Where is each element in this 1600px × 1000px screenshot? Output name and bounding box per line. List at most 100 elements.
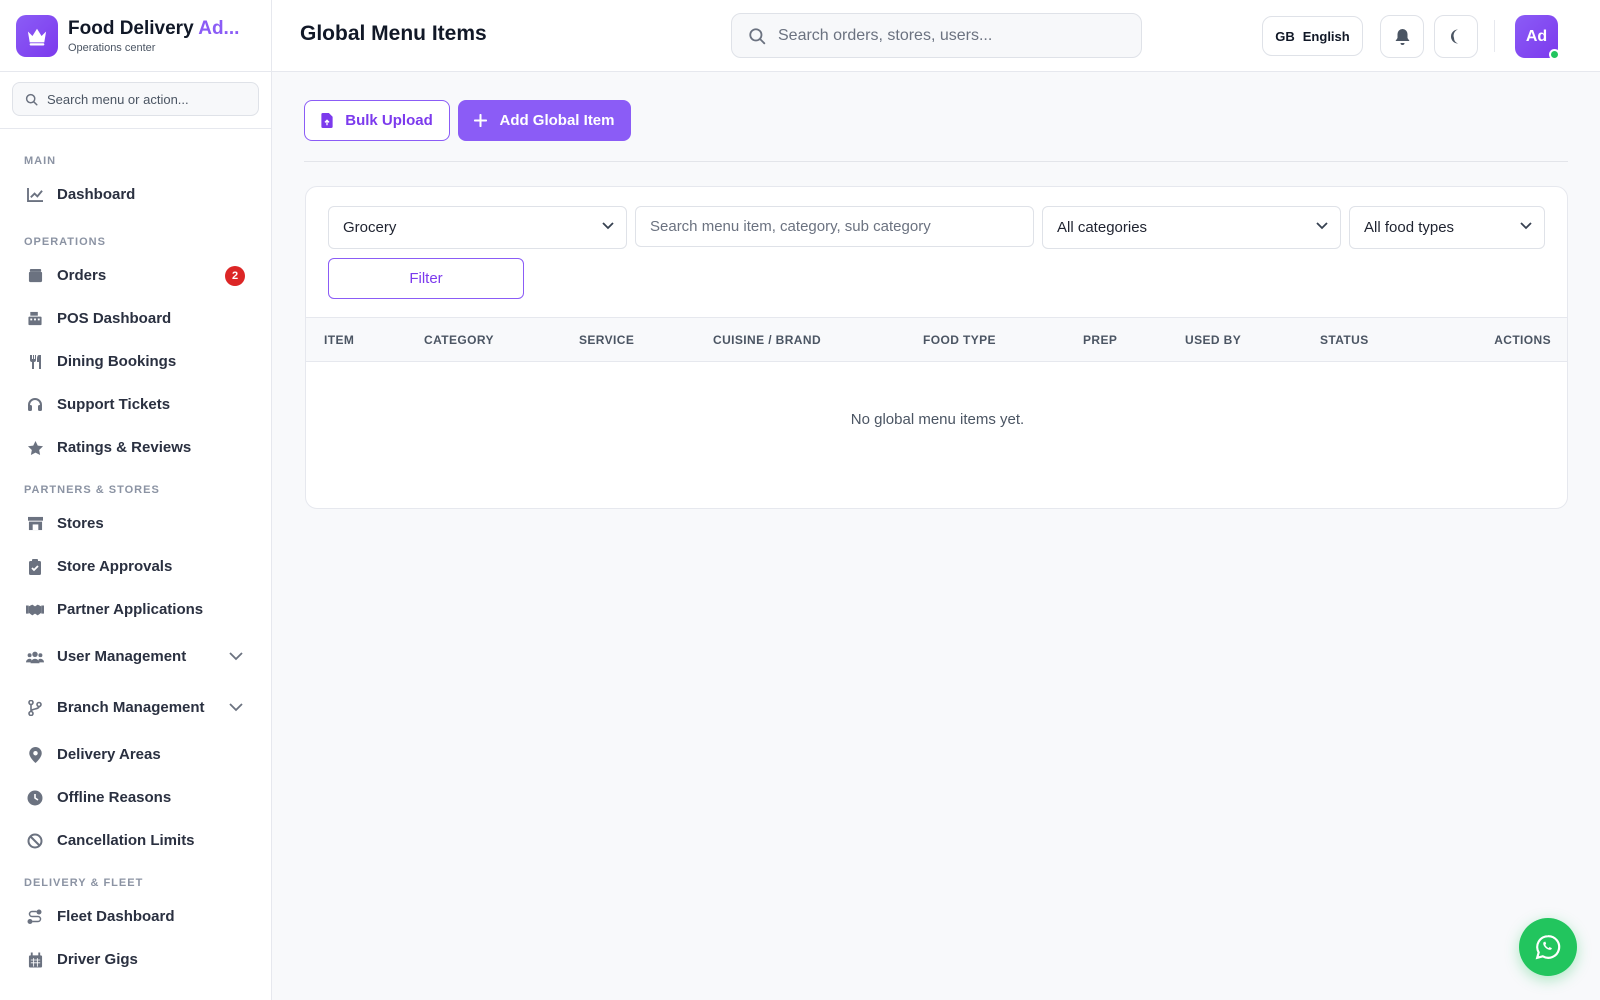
sidebar-item-fleet-dashboard[interactable]: Fleet Dashboard: [0, 895, 271, 938]
sidebar-item-driver-gigs[interactable]: Driver Gigs: [0, 938, 271, 981]
crown-icon: [16, 14, 58, 57]
sidebar-item-support-tickets[interactable]: Support Tickets: [0, 383, 271, 426]
food-type-select[interactable]: All food types: [1349, 206, 1545, 249]
sidebar-item-pos-dashboard[interactable]: POS Dashboard: [0, 297, 271, 340]
sidebar-item-dining-bookings[interactable]: Dining Bookings: [0, 340, 271, 383]
sidebar-item-store-approvals[interactable]: Store Approvals: [0, 545, 271, 588]
chevron-down-icon[interactable]: [229, 648, 243, 666]
column-header-food-type: FOOD TYPE: [923, 333, 996, 347]
sidebar-item-label: Cancellation Limits: [57, 832, 195, 849]
headset-icon: [26, 396, 44, 414]
language-switcher[interactable]: GB English: [1262, 16, 1363, 56]
column-header-category: CATEGORY: [424, 333, 494, 347]
avatar-initials: Ad: [1525, 27, 1548, 45]
add-global-item-button[interactable]: Add Global Item: [458, 100, 631, 141]
service-select-value: Grocery: [343, 219, 397, 236]
utensils-icon: [26, 353, 44, 371]
users-icon: [26, 648, 44, 666]
column-header-prep: PREP: [1083, 333, 1118, 347]
sidebar-item-stores[interactable]: Stores: [0, 502, 271, 545]
sidebar-search-input[interactable]: [47, 91, 237, 107]
file-upload-icon: [321, 113, 333, 128]
online-status-dot: [1549, 49, 1560, 60]
menu-search-input[interactable]: [635, 206, 1034, 247]
sidebar-item-label: Delivery Areas: [57, 746, 161, 763]
whatsapp-chat-button[interactable]: [1519, 918, 1577, 976]
column-header-status: STATUS: [1320, 333, 1369, 347]
sidebar-item-label: Partner Applications: [57, 601, 204, 618]
empty-state-message: No global menu items yet.: [850, 411, 1025, 428]
sidebar-item-orders[interactable]: Orders 2: [0, 254, 271, 297]
sidebar-item-label: Offline Reasons: [57, 789, 172, 806]
column-header-used-by: USED BY: [1185, 333, 1242, 347]
sidebar-item-label: Stores: [57, 515, 104, 532]
category-select-value: All categories: [1057, 219, 1148, 236]
sidebar-item-label: Orders: [57, 267, 107, 284]
chevron-down-icon: [1520, 222, 1532, 230]
add-global-item-label: Add Global Item: [499, 112, 615, 129]
chevron-down-icon: [1316, 222, 1328, 230]
theme-toggle-button[interactable]: [1434, 15, 1478, 58]
clock-icon: [26, 789, 44, 807]
ban-icon: [26, 832, 44, 850]
brand-subtitle: Operations center: [68, 41, 156, 54]
sidebar-item-label: Ratings & Reviews: [57, 439, 192, 456]
sidebar-item-partner-applications[interactable]: Partner Applications: [0, 588, 271, 631]
bell-icon: [1395, 28, 1409, 45]
sidebar: Food Delivery Ad... Operations center MA…: [0, 0, 272, 1000]
chevron-down-icon[interactable]: [229, 699, 243, 717]
service-select[interactable]: Grocery: [328, 206, 627, 249]
sidebar-item-user-management[interactable]: User Management: [0, 631, 271, 682]
orders-count-badge: 2: [225, 265, 245, 286]
cash-register-icon: [26, 310, 44, 328]
calendar-icon: [26, 951, 44, 969]
code-branch-icon: [26, 699, 44, 717]
table-header: ITEM CATEGORY SERVICE CUISINE / BRAND FO…: [306, 317, 1567, 362]
global-search-input[interactable]: [778, 26, 1118, 45]
food-type-select-value: All food types: [1364, 219, 1455, 236]
handshake-icon: [26, 601, 44, 619]
search-icon: [25, 93, 38, 106]
star-icon: [26, 439, 44, 457]
sidebar-item-delivery-areas[interactable]: Delivery Areas: [0, 733, 271, 776]
sidebar-item-label: Dining Bookings: [57, 353, 177, 370]
sidebar-item-offline-reasons[interactable]: Offline Reasons: [0, 776, 271, 819]
sidebar-item-label: User Management: [57, 648, 187, 665]
clipboard-check-icon: [26, 558, 44, 576]
global-search[interactable]: [731, 13, 1142, 58]
column-header-cuisine-brand: CUISINE / BRAND: [713, 333, 822, 347]
column-header-service: SERVICE: [579, 333, 635, 347]
plus-icon: [474, 114, 488, 127]
sidebar-search[interactable]: [12, 82, 259, 116]
moon-icon: [1451, 29, 1458, 44]
sidebar-item-ratings-reviews[interactable]: Ratings & Reviews: [0, 426, 271, 469]
category-select[interactable]: All categories: [1042, 206, 1341, 249]
top-header: Global Menu Items GB English Ad: [272, 0, 1600, 72]
section-label-partners: PARTNERS & STORES: [24, 484, 160, 496]
filter-button[interactable]: Filter: [328, 258, 524, 299]
map-pin-icon: [26, 746, 44, 764]
sidebar-item-branch-management[interactable]: Branch Management: [0, 682, 271, 733]
sidebar-item-label: Fleet Dashboard: [57, 908, 175, 925]
sidebar-item-dashboard[interactable]: Dashboard: [0, 173, 271, 216]
whatsapp-icon: [1535, 935, 1561, 960]
section-label-main: MAIN: [24, 155, 57, 167]
bulk-upload-button[interactable]: Bulk Upload: [304, 100, 450, 141]
column-header-actions: ACTIONS: [1494, 333, 1551, 347]
page-title: Global Menu Items: [300, 22, 487, 45]
sidebar-item-cancellation-limits[interactable]: Cancellation Limits: [0, 819, 271, 862]
bulk-upload-label: Bulk Upload: [345, 112, 433, 129]
notifications-button[interactable]: [1380, 15, 1424, 58]
sidebar-nav: MAIN Dashboard OPERATIONS Orders 2 POS D…: [0, 129, 271, 981]
sidebar-item-label: Branch Management: [57, 699, 205, 716]
store-icon: [26, 515, 44, 533]
route-icon: [26, 908, 44, 926]
sidebar-item-label: POS Dashboard: [57, 310, 172, 327]
sidebar-item-label: Dashboard: [57, 186, 136, 203]
avatar[interactable]: Ad: [1515, 15, 1560, 60]
menu-items-card: Grocery All categories All food types Fi…: [305, 186, 1568, 509]
toolbar-divider: [304, 161, 1568, 162]
header-divider: [1494, 20, 1495, 52]
brand[interactable]: Food Delivery Ad... Operations center: [0, 0, 271, 72]
section-label-delivery: DELIVERY & FLEET: [24, 877, 144, 889]
